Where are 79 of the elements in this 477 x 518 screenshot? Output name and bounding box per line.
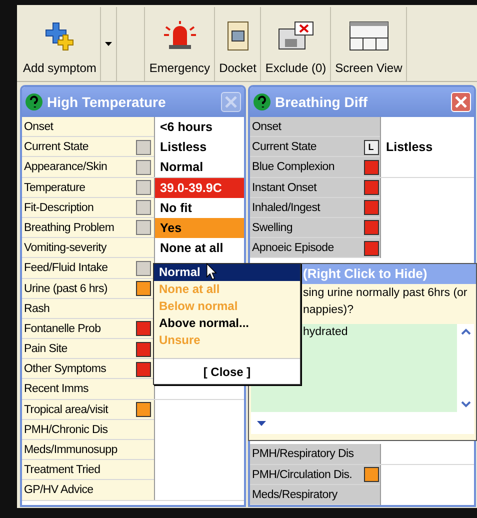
value-cell[interactable] [154,400,244,420]
question-text: nappies)? [302,303,355,318]
window-layout-icon [348,21,389,51]
field-value[interactable]: Yes [154,218,244,238]
panel-title: Breathing Diff [275,92,369,112]
help-icon [253,93,271,111]
field-value[interactable]: Listless [154,137,244,158]
field-label: Inhaled/Ingest [251,200,322,216]
checkbox[interactable] [136,220,150,236]
question-text: sing urine normally past 6hrs (or [302,286,468,301]
caret-icon [105,42,112,46]
toolbar-button[interactable]: Docket [215,7,262,81]
checkbox[interactable] [136,140,150,155]
field-label: Temperature [23,180,86,196]
field-label: Recent Imms [23,382,90,398]
field-label: Onset [23,120,54,135]
value-cell[interactable] [380,117,474,137]
value-cell[interactable] [380,444,474,464]
field-label: Feed/Fluid Intake [23,261,109,276]
field-value[interactable]: No fit [154,198,244,218]
field-value[interactable]: None at all [154,238,244,258]
panel-title: High Temperature [47,92,167,112]
field-label: Breathing Problem [23,220,116,236]
field-label: GP/HV Advice [23,483,94,498]
toolbar-button[interactable]: Exclude (0) [261,7,332,81]
scroll-up-icon[interactable] [460,328,470,335]
close-button[interactable] [451,92,471,112]
field-label: Blue Complexion [251,160,336,176]
field-label: Meds/Immunosupp [23,443,118,458]
field-label: Onset [251,120,282,135]
siren-icon [162,21,198,51]
value-cell[interactable] [380,178,474,198]
field-label: Swelling [251,220,294,236]
field-label: PMH/Respiratory Dis [251,447,355,462]
field-label: Meds/Respiratory [251,488,338,503]
field-label: Instant Onset [251,180,318,196]
document-icon [226,21,249,51]
value-cell[interactable] [380,157,474,178]
field-value[interactable]: Listless [380,137,474,158]
field-label: Fontanelle Prob [23,322,102,337]
field-label: Fit-Description [23,200,95,216]
field-label: Pain Site [23,342,68,358]
field-value[interactable]: 39.0-39.9C [154,178,244,198]
menu-option[interactable]: Above normal... [154,315,300,332]
menu-option[interactable]: Normal [154,264,300,281]
dropdown-icon[interactable] [257,420,266,426]
field-label: Current State [23,140,90,156]
field-value[interactable]: Normal [154,157,244,178]
close-button[interactable] [221,92,241,112]
checkbox[interactable] [136,200,150,216]
field-label: Vomiting-severity [23,241,108,256]
field-label: Rash [23,302,51,317]
checkbox[interactable] [136,260,150,276]
value-cell[interactable] [380,464,474,485]
field-label: Urine (past 6 hrs) [23,282,108,296]
field-value[interactable]: <6 hours [154,117,244,137]
field-label: Current State [251,140,318,156]
field-label: Other Symptoms [23,362,108,378]
field-label: Apnoeic Episode [251,241,335,256]
value-cell[interactable] [154,480,244,500]
toolbar-button[interactable]: Screen View [331,7,408,81]
letter-box: L [364,140,378,155]
scrollbar[interactable] [457,324,474,412]
field-label: PMH/Chronic Dis [23,422,109,438]
field-label: Tropical area/visit [23,402,110,418]
close-button[interactable]: [ Close ] [154,358,300,384]
checkbox[interactable] [136,180,150,196]
checkbox[interactable] [136,160,150,175]
field-label: Appearance/Skin [23,160,108,176]
help-icon [25,93,43,111]
value-cell[interactable] [380,484,474,505]
answer-text: hydrated [303,325,348,340]
field-label: Treatment Tried [23,463,102,478]
add-icon [44,21,75,51]
toolbar-button[interactable]: Add symptom [19,7,102,81]
scroll-down-icon[interactable] [460,401,470,408]
window-close-icon [276,21,315,51]
field-label: PMH/Circulation Dis. [251,468,354,483]
toolbar-button[interactable]: Emergency [145,7,216,81]
